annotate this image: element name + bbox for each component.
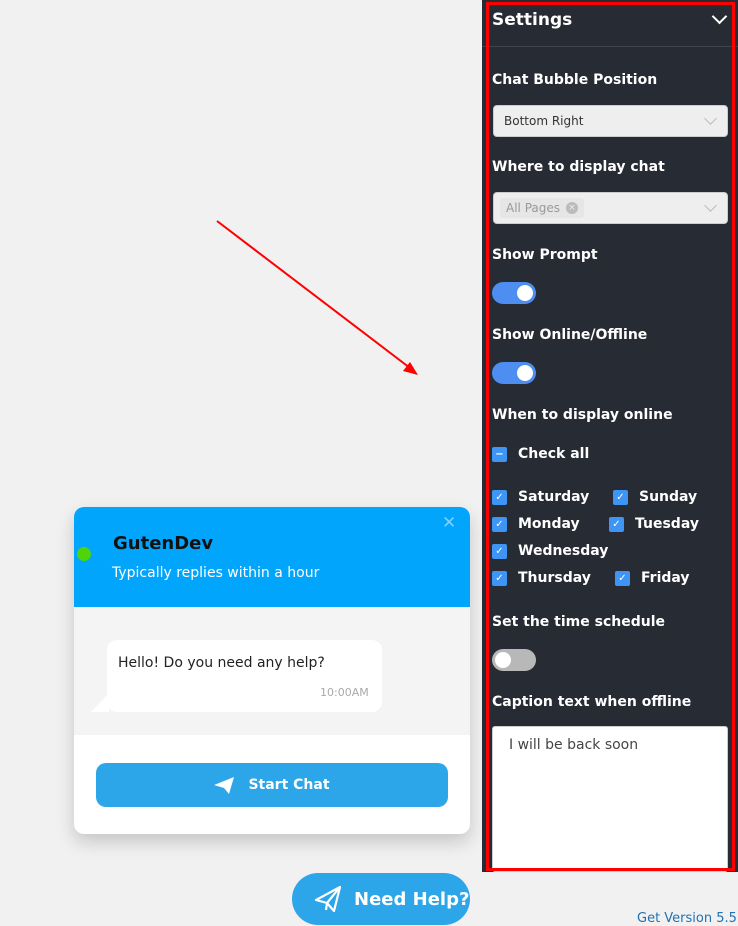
- day-checkbox-wednesday[interactable]: ✓ Wednesday: [492, 543, 608, 559]
- day-checkbox-friday[interactable]: ✓ Friday: [615, 570, 690, 586]
- red-arrow-annotation: [216, 220, 418, 375]
- show-online-label: Show Online/Offline: [492, 327, 648, 343]
- day-checkbox-tuesday[interactable]: ✓ Tuesday: [609, 516, 699, 532]
- online-status-dot: [77, 547, 91, 561]
- when-online-label: When to display online: [492, 407, 673, 423]
- check-icon: ✓: [492, 516, 507, 532]
- day-checkbox-thursday[interactable]: ✓ Thursday: [492, 570, 591, 586]
- divider: [482, 46, 738, 47]
- checkbox-label: Saturday: [518, 489, 590, 505]
- send-icon: [214, 776, 235, 794]
- display-chat-select[interactable]: All Pages ×: [493, 192, 728, 224]
- chevron-down-icon: [704, 199, 717, 212]
- day-checkbox-sunday[interactable]: ✓ Sunday: [613, 489, 697, 505]
- checkbox-label: Check all: [518, 446, 590, 462]
- check-icon: ✓: [492, 543, 507, 559]
- time-schedule-label: Set the time schedule: [492, 614, 665, 630]
- bubble-tail: [91, 693, 109, 712]
- indeterminate-icon: −: [492, 446, 507, 462]
- checkbox-label: Monday: [518, 516, 580, 532]
- display-chat-label: Where to display chat: [492, 159, 665, 175]
- close-icon[interactable]: ✕: [442, 513, 456, 533]
- agent-status: Typically replies within a hour: [112, 565, 320, 581]
- textarea-value: I will be back soon: [509, 737, 639, 753]
- show-prompt-toggle[interactable]: [492, 282, 536, 304]
- checkbox-label: Thursday: [518, 570, 591, 586]
- check-icon: ✓: [613, 489, 628, 505]
- bubble-position-select[interactable]: Bottom Right: [493, 105, 728, 137]
- settings-title: Settings: [492, 10, 573, 30]
- message-time: 10:00AM: [320, 686, 369, 699]
- check-icon: ✓: [615, 570, 630, 586]
- chat-header: [74, 507, 470, 607]
- select-value: Bottom Right: [504, 114, 584, 128]
- caption-label: Caption text when offline: [492, 694, 692, 710]
- need-help-bubble[interactable]: Need Help?: [292, 873, 470, 925]
- check-icon: ✓: [492, 570, 507, 586]
- checkbox-label: Sunday: [639, 489, 698, 505]
- check-icon: ✓: [609, 516, 624, 532]
- check-all-checkbox[interactable]: − Check all: [492, 446, 589, 462]
- send-icon: [314, 885, 342, 913]
- caption-textarea[interactable]: I will be back soon: [492, 726, 728, 872]
- day-checkbox-monday[interactable]: ✓ Monday: [492, 516, 580, 532]
- remove-tag-icon[interactable]: ×: [566, 202, 578, 214]
- button-label: Start Chat: [248, 777, 330, 793]
- start-chat-button[interactable]: Start Chat: [96, 763, 448, 807]
- day-checkbox-saturday[interactable]: ✓ Saturday: [492, 489, 589, 505]
- show-prompt-label: Show Prompt: [492, 247, 598, 263]
- chat-widget: GutenDev Typically replies within a hour…: [74, 507, 470, 834]
- bubble-label: Need Help?: [354, 888, 470, 910]
- agent-name: GutenDev: [113, 533, 214, 554]
- check-icon: ✓: [492, 489, 507, 505]
- show-online-toggle[interactable]: [492, 362, 536, 384]
- checkbox-label: Friday: [641, 570, 690, 586]
- time-schedule-toggle[interactable]: [492, 649, 536, 671]
- message-bubble: [107, 640, 382, 712]
- checkbox-label: Wednesday: [518, 543, 609, 559]
- checkbox-label: Tuesday: [635, 516, 699, 532]
- tag-label: All Pages: [506, 201, 560, 215]
- message-text: Hello! Do you need any help?: [118, 655, 325, 671]
- tag-all-pages: All Pages ×: [500, 198, 584, 218]
- chevron-down-icon: [704, 112, 717, 125]
- bubble-position-label: Chat Bubble Position: [492, 72, 658, 88]
